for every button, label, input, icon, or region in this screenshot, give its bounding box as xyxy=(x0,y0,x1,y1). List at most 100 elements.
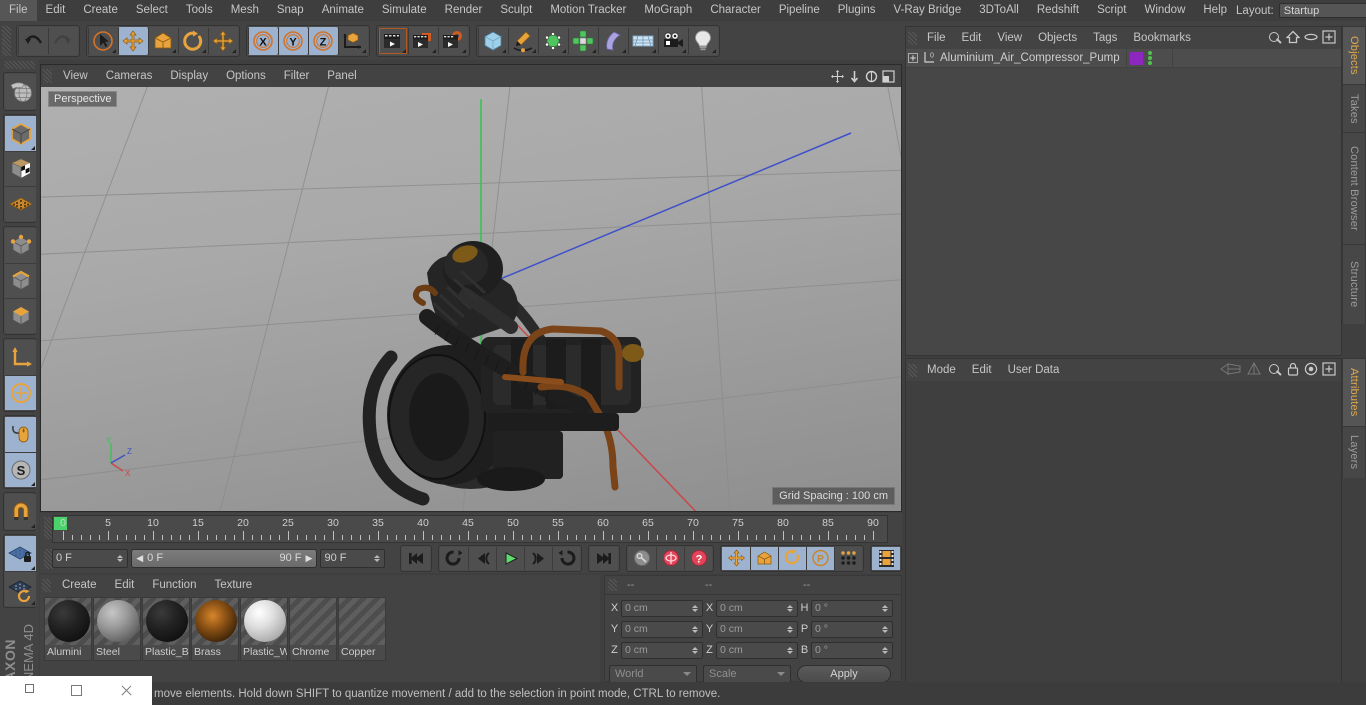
vertical-tab-layers[interactable]: Layers xyxy=(1342,426,1366,478)
go-to-previous-frame-button[interactable] xyxy=(468,546,496,570)
menu-item-user-data[interactable]: User Data xyxy=(1000,359,1068,381)
lock-z-axis[interactable]: Z xyxy=(308,26,338,55)
restore-square-icon[interactable] xyxy=(25,683,35,693)
coordinate-stepper[interactable] xyxy=(786,602,794,615)
menu-item-edit[interactable]: Edit xyxy=(964,359,1000,381)
attributes-body[interactable] xyxy=(906,381,1341,687)
coordinate-stepper[interactable] xyxy=(691,623,699,636)
coordinate-system-dropdown[interactable]: World xyxy=(609,664,697,683)
menu-item-edit[interactable]: Edit xyxy=(106,575,144,595)
home-icon[interactable] xyxy=(1285,30,1301,47)
planar-workplane-button[interactable] xyxy=(5,571,36,606)
lock-icon[interactable] xyxy=(1286,362,1300,379)
record-scale-button[interactable] xyxy=(750,546,778,570)
object-axis-mode-button[interactable] xyxy=(5,340,36,375)
coordinate-stepper[interactable] xyxy=(881,602,889,615)
close-button[interactable] xyxy=(101,676,152,705)
menu-item-mode[interactable]: Mode xyxy=(919,359,964,381)
timeline-filter-button[interactable] xyxy=(872,546,900,570)
record-rotation-button[interactable] xyxy=(778,546,806,570)
snap-settings-button[interactable]: S xyxy=(5,452,36,487)
vertical-tab-takes[interactable]: Takes xyxy=(1342,84,1366,132)
record-active-objects-button[interactable] xyxy=(628,546,656,570)
toolbar-grip[interactable] xyxy=(2,25,11,56)
dolly-icon[interactable] xyxy=(847,69,862,84)
vertical-tab-objects[interactable]: Objects xyxy=(1342,26,1366,84)
rotate-icon[interactable] xyxy=(864,69,879,84)
forward-arrow-icon[interactable] xyxy=(1246,361,1262,379)
end-frame-field[interactable]: 90 F xyxy=(320,548,386,568)
edges-mode-button[interactable] xyxy=(5,263,36,298)
menu-item-options[interactable]: Options xyxy=(217,65,275,87)
viewport-grip[interactable] xyxy=(43,69,52,83)
go-to-start-button[interactable] xyxy=(402,546,430,570)
enable-axis-modification-button[interactable] xyxy=(5,375,36,410)
move-tool[interactable] xyxy=(118,26,148,55)
vertical-tab-attributes[interactable]: Attributes xyxy=(1342,358,1366,426)
material-grip[interactable] xyxy=(42,578,51,592)
pan-icon[interactable] xyxy=(830,69,845,84)
coordinate-rotation-field[interactable]: 0 ° xyxy=(811,599,893,617)
add-cube-button[interactable] xyxy=(478,26,508,55)
coordinate-stepper[interactable] xyxy=(786,644,794,657)
coordinate-mode-dropdown[interactable]: Scale xyxy=(703,664,791,683)
object-layer-cell[interactable] xyxy=(1126,48,1172,68)
material-item[interactable]: Alumini xyxy=(44,597,92,661)
coordinate-position-field[interactable]: 0 cm xyxy=(621,641,703,659)
add-spline-button[interactable] xyxy=(508,26,538,55)
frame-range-slider[interactable]: ◀ 0 F 90 F ▶ xyxy=(131,548,318,568)
record-pla-button[interactable]: P xyxy=(806,546,834,570)
coordinate-position-field[interactable]: 0 cm xyxy=(621,599,703,617)
left-toolbar-grip[interactable] xyxy=(4,61,35,69)
search-icon[interactable] xyxy=(1266,30,1282,46)
menu-item-script[interactable]: Script xyxy=(1088,0,1135,21)
object-tags-cell[interactable] xyxy=(1172,48,1341,68)
menu-item-mesh[interactable]: Mesh xyxy=(222,0,268,21)
menu-item-select[interactable]: Select xyxy=(127,0,177,21)
slider-right-arrow-icon[interactable]: ▶ xyxy=(306,553,313,564)
coordinates-grip[interactable] xyxy=(608,579,617,591)
coordinate-stepper[interactable] xyxy=(881,623,889,636)
back-arrow-icon[interactable] xyxy=(1220,362,1242,379)
apply-button[interactable]: Apply xyxy=(797,664,891,683)
magnet-tool-button[interactable] xyxy=(5,494,36,529)
coordinate-stepper[interactable] xyxy=(691,644,699,657)
layer-color-swatch[interactable] xyxy=(1130,51,1143,65)
play-backwards-loop-button[interactable] xyxy=(440,546,468,570)
menu-item-edit[interactable]: Edit xyxy=(954,27,990,49)
render-view-button[interactable] xyxy=(378,26,408,55)
play-forwards-loop-button[interactable] xyxy=(552,546,580,570)
vertical-tab-content-browser[interactable]: Content Browser xyxy=(1342,132,1366,244)
menu-item-filter[interactable]: Filter xyxy=(275,65,319,87)
points-mode-button[interactable] xyxy=(5,228,36,263)
coordinate-stepper[interactable] xyxy=(691,602,699,615)
material-item[interactable]: Copper xyxy=(338,597,386,661)
menu-item-motion-tracker[interactable]: Motion Tracker xyxy=(541,0,635,21)
rotate-tool[interactable] xyxy=(178,26,208,55)
plus-box-icon[interactable] xyxy=(1322,29,1336,47)
lock-y-axis[interactable]: Y xyxy=(278,26,308,55)
menu-item-plugins[interactable]: Plugins xyxy=(829,0,885,21)
material-item[interactable]: Plastic_W xyxy=(240,597,288,661)
add-mograph-button[interactable] xyxy=(568,26,598,55)
menu-item-edit[interactable]: Edit xyxy=(37,0,75,21)
menu-item-panel[interactable]: Panel xyxy=(318,65,365,87)
menu-item-file[interactable]: File xyxy=(919,27,954,49)
lock-x-axis[interactable]: X xyxy=(248,26,278,55)
maximize-icon[interactable] xyxy=(881,69,896,84)
menu-item-character[interactable]: Character xyxy=(701,0,770,21)
maximize-button[interactable] xyxy=(51,676,102,705)
slider-left-arrow-icon[interactable]: ◀ xyxy=(136,553,143,564)
menu-item-render[interactable]: Render xyxy=(436,0,492,21)
live-selection-tool[interactable] xyxy=(88,26,118,55)
menu-item-display[interactable]: Display xyxy=(161,65,217,87)
make-editable-button[interactable] xyxy=(5,74,36,109)
menu-item-animate[interactable]: Animate xyxy=(313,0,373,21)
coordinate-size-field[interactable]: 0 cm xyxy=(716,641,798,659)
menu-item-create[interactable]: Create xyxy=(53,575,106,595)
polygons-mode-button[interactable] xyxy=(5,298,36,333)
model-mode-button[interactable] xyxy=(5,116,36,151)
coordinate-stepper[interactable] xyxy=(786,623,794,636)
material-item[interactable]: Chrome xyxy=(289,597,337,661)
menu-item-create[interactable]: Create xyxy=(74,0,127,21)
